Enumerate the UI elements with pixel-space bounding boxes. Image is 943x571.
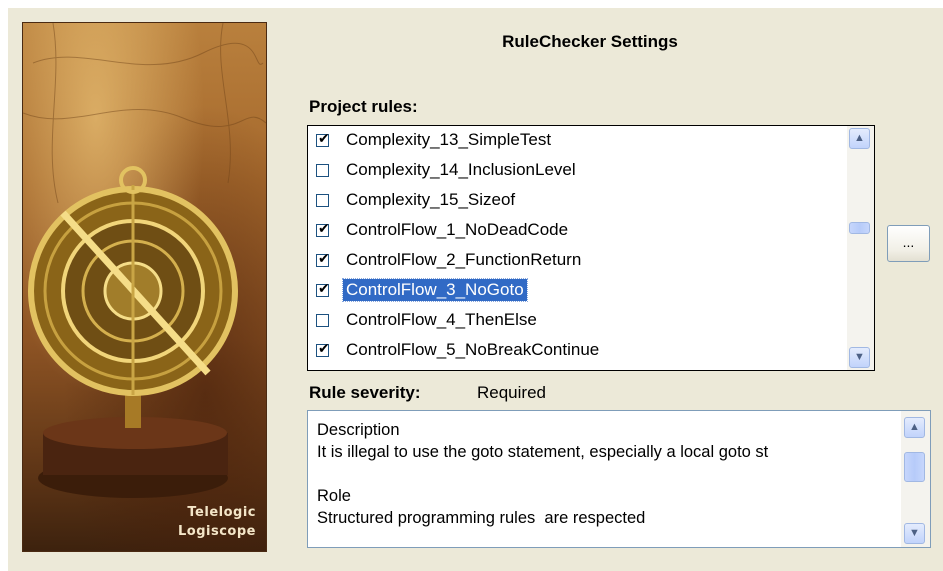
- rule-list-item[interactable]: ✔ ControlFlow_1_NoDeadCode: [308, 215, 844, 245]
- rule-list-item[interactable]: ✔ ControlFlow_5_NoBreakContinue: [308, 335, 844, 365]
- brand-logo: Telelogic Logiscope: [178, 503, 256, 541]
- rules-scroll-thumb[interactable]: [849, 222, 870, 234]
- rule-label: ControlFlow_2_FunctionReturn: [346, 250, 582, 269]
- description-scroll-thumb[interactable]: [904, 452, 925, 482]
- rules-scroll-up-button[interactable]: ▲: [849, 128, 870, 149]
- rule-list-item[interactable]: Complexity_15_Sizeof: [308, 185, 844, 215]
- rule-checkbox[interactable]: ✔: [316, 280, 330, 297]
- rule-list-item[interactable]: ✔ ControlFlow_2_FunctionReturn: [308, 245, 844, 275]
- astrolabe-illustration: [23, 23, 266, 498]
- rule-checkbox[interactable]: ✔: [316, 250, 330, 267]
- rule-label: Complexity_15_Sizeof: [346, 190, 516, 209]
- project-rules-label: Project rules:: [309, 97, 418, 116]
- rule-checkbox[interactable]: ✔: [316, 220, 330, 237]
- rule-label: ControlFlow_5_NoBreakContinue: [346, 340, 600, 359]
- astrolabe-image: Telelogic Logiscope: [22, 22, 267, 552]
- checkmark-icon: ✔: [318, 220, 330, 237]
- brand-line-1: Telelogic: [187, 505, 256, 520]
- rule-description-textarea[interactable]: Description It is illegal to use the got…: [307, 410, 931, 548]
- rule-label: ControlFlow_3_NoGoto: [342, 278, 528, 302]
- chevron-down-icon: ▼: [909, 527, 920, 539]
- rule-list-item[interactable]: Complexity_14_InclusionLevel: [308, 155, 844, 185]
- description-scroll-down-button[interactable]: ▼: [904, 523, 925, 544]
- rule-severity-label: Rule severity:: [309, 383, 421, 402]
- chevron-up-icon: ▲: [909, 421, 920, 433]
- rule-label: Complexity_14_InclusionLevel: [346, 160, 576, 179]
- dialog-title: RuleChecker Settings: [502, 32, 678, 51]
- rules-scroll-down-button[interactable]: ▼: [849, 347, 870, 368]
- description-scrollbar[interactable]: ▲ ▼: [901, 411, 930, 547]
- rule-label: ControlFlow_1_NoDeadCode: [346, 220, 569, 239]
- project-rules-list[interactable]: ✔ Complexity_13_SimpleTest Complexity_14_I…: [307, 125, 875, 371]
- checkmark-icon: ✔: [318, 130, 330, 147]
- checkmark-icon: ✔: [318, 250, 330, 267]
- brand-line-2: Logiscope: [178, 524, 256, 539]
- rule-label: ControlFlow_4_ThenElse: [346, 310, 537, 329]
- rule-checkbox[interactable]: ✔: [316, 130, 330, 147]
- rule-label: Complexity_13_SimpleTest: [346, 130, 552, 149]
- rule-severity-value: Required: [477, 383, 546, 402]
- rule-checkbox[interactable]: [316, 163, 329, 177]
- rule-list-item[interactable]: ControlFlow_4_ThenElse: [308, 305, 844, 335]
- checkmark-icon: ✔: [318, 340, 330, 357]
- chevron-down-icon: ▼: [854, 351, 865, 363]
- description-scroll-up-button[interactable]: ▲: [904, 417, 925, 438]
- rule-list-item[interactable]: ✔ Complexity_13_SimpleTest: [308, 126, 844, 155]
- checkmark-icon: ✔: [318, 280, 330, 297]
- rule-list-item[interactable]: ✔ ControlFlow_3_NoGoto: [308, 275, 844, 305]
- chevron-up-icon: ▲: [854, 132, 865, 144]
- rules-scrollbar[interactable]: ▲ ▼: [847, 126, 874, 370]
- rule-checkbox[interactable]: [316, 313, 329, 327]
- rule-checkbox[interactable]: ✔: [316, 340, 330, 357]
- rule-description-text: Description It is illegal to use the got…: [317, 421, 769, 527]
- browse-rule-button[interactable]: ...: [887, 225, 930, 262]
- rule-checkbox[interactable]: [316, 193, 329, 207]
